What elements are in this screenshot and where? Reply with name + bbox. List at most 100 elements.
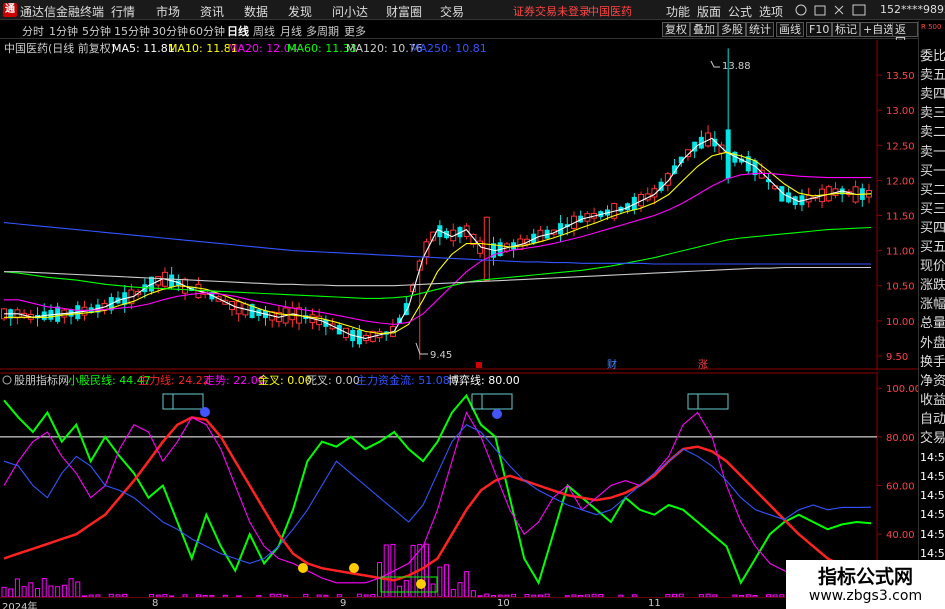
ma-legend-item: MA5: 11.81 <box>112 42 175 55</box>
tab-15min[interactable]: 15分钟 <box>114 23 150 39</box>
indicator-tick-label: 60.00 <box>886 482 915 493</box>
indicator-legend-item: 主力资金流: 51.08 <box>356 373 450 387</box>
mark-button[interactable]: 标记 <box>832 22 860 37</box>
menu-item-discover[interactable]: 发现 <box>288 3 312 20</box>
time-label-year: 2024年 <box>2 602 38 609</box>
menu-item-formula[interactable]: 公式 <box>728 3 752 20</box>
quote-panel-item[interactable]: 14:56 <box>920 448 945 467</box>
price-tick-label: 10.50 <box>886 282 915 293</box>
price-tick-label: 11.50 <box>886 212 915 223</box>
quote-panel-item[interactable]: 外盘 <box>920 334 945 353</box>
main-price-chart[interactable]: 13.50 13.00 12.50 12.00 11.50 11.00 10.50 10.00… <box>0 40 918 370</box>
quote-panel-item[interactable]: 买一 <box>920 162 945 181</box>
period-toolbar: 分时 1分钟 5分钟 15分钟 30分钟 60分钟 日线 周线 月线 多周期 更… <box>0 21 918 49</box>
quote-panel-item[interactable]: 涨跌 <box>920 276 945 295</box>
indicator-name: 股朋指标网 <box>14 373 69 387</box>
signal-face-icon <box>416 579 426 589</box>
price-tick-label: 9.50 <box>886 352 908 363</box>
quote-panel-item[interactable]: 收益 <box>920 391 945 410</box>
price-tick-label: 10.00 <box>886 317 915 328</box>
menu-item-trade[interactable]: 交易 <box>440 3 464 20</box>
stock-name-top: 中国医药 <box>588 5 632 18</box>
quote-panel-item[interactable]: 自动 <box>920 410 945 429</box>
draw-line-button[interactable]: 画线 <box>776 22 804 37</box>
quote-panel-item[interactable]: 卖一 <box>920 143 945 162</box>
tab-more[interactable]: 更多 <box>344 23 366 39</box>
menu-item-layout[interactable]: 版面 <box>697 3 721 20</box>
time-axis: 2024年 8 9 10 11 <box>0 597 918 609</box>
watermark-url: www.zbgs3.com <box>808 588 923 604</box>
time-label-sep: 9 <box>340 598 347 609</box>
back-button[interactable]: 返回 <box>892 22 918 49</box>
quote-panel-item[interactable]: 卖五 <box>920 66 945 85</box>
menu-item-wealth[interactable]: 财富圈 <box>386 3 422 20</box>
quote-panel-item[interactable]: 买五 <box>920 238 945 257</box>
menu-item-options[interactable]: 选项 <box>759 3 783 20</box>
tab-30min[interactable]: 30分钟 <box>152 23 188 39</box>
tab-5min[interactable]: 5分钟 <box>82 23 111 39</box>
dividend-marker-icon[interactable] <box>476 362 482 368</box>
indicator-legend-item: 金叉: 0.00 <box>258 373 312 387</box>
signal-face-icon <box>349 563 359 573</box>
menu-item-data[interactable]: 数据 <box>244 3 268 20</box>
app-title: 通达信金融终端 <box>20 5 105 19</box>
quote-panel-item[interactable]: 涨幅 <box>920 295 945 314</box>
quote-panel-item[interactable]: 交易 <box>920 429 945 448</box>
multi-stock-button[interactable]: 多股 <box>718 22 746 37</box>
quote-panel-item[interactable]: 卖二 <box>920 123 945 142</box>
signal-face-icon <box>200 407 210 417</box>
quote-panel-item[interactable]: 卖四 <box>920 85 945 104</box>
app-logo-icon: 通 <box>3 3 17 17</box>
quote-panel-item[interactable]: 买二 <box>920 181 945 200</box>
quote-panel-item[interactable]: 买四 <box>920 219 945 238</box>
tab-60min[interactable]: 60分钟 <box>189 23 225 39</box>
menu-item-quotes[interactable]: 行情 <box>111 3 135 20</box>
indicator-legend-item: 博弈线: 80.00 <box>448 373 520 387</box>
menu-item-news[interactable]: 资讯 <box>200 3 224 20</box>
statistics-button[interactable]: 统计 <box>746 22 774 37</box>
broker-status[interactable]: 证券交易未登录 <box>513 3 590 19</box>
menu-item-function[interactable]: 功能 <box>666 3 690 20</box>
menu-item-market[interactable]: 市场 <box>156 3 180 20</box>
quote-panel-item[interactable]: 委比 <box>920 47 945 66</box>
stock-label: 中国医药(日线 前复权) <box>4 41 115 55</box>
quote-panel-item[interactable]: 14:56 <box>920 505 945 524</box>
indicator-legend-item: 走势: 22.00 <box>204 374 265 387</box>
indicator-legend-item: 主力线: 24.22 <box>138 373 210 387</box>
user-phone[interactable]: 152****9892 <box>880 3 945 16</box>
tab-weekly[interactable]: 周线 <box>253 23 275 39</box>
adjust-button[interactable]: 复权 <box>662 22 690 37</box>
price-tick-label: 11.00 <box>886 247 915 258</box>
rise-marker[interactable]: 涨 <box>698 359 708 370</box>
overlay-button[interactable]: 叠加 <box>690 22 718 37</box>
signal-face-icon <box>492 409 502 419</box>
quote-panel-item[interactable]: 总量 <box>920 314 945 333</box>
tab-1min[interactable]: 1分钟 <box>49 23 78 39</box>
tab-realtime[interactable]: 分时 <box>22 23 44 39</box>
indicator-legend: 股朋指标网 小股民线: 44.47主力线: 24.22走势: 22.00金叉: … <box>2 373 520 387</box>
quote-panel-item[interactable]: 净资 <box>920 372 945 391</box>
quote-panel-item[interactable]: 14:56 <box>920 486 945 505</box>
time-label-oct: 10 <box>497 598 510 609</box>
quote-panel-item[interactable]: 14:56 <box>920 525 945 544</box>
tab-monthly[interactable]: 月线 <box>280 23 302 39</box>
quote-panel-item[interactable]: 卖三 <box>920 104 945 123</box>
indicator-tick-label: 40.00 <box>886 530 915 541</box>
ma-legend: 中国医药(日线 前复权) MA5: 11.81MA10: 11.81MA20: … <box>4 41 487 55</box>
tab-multi-period[interactable]: 多周期 <box>306 23 339 39</box>
menu-item-ask[interactable]: 问小达 <box>332 3 368 20</box>
quote-panel-item[interactable]: 现价 <box>920 257 945 276</box>
indicator-tick-label: 80.00 <box>886 433 915 444</box>
finance-marker[interactable]: 财 <box>607 358 617 370</box>
price-tick-label: 12.50 <box>886 141 915 152</box>
tab-daily[interactable]: 日线 <box>227 23 249 39</box>
watermark-title: 指标公式网 <box>817 566 913 588</box>
quote-panel-item[interactable]: 14:56 <box>920 467 945 486</box>
high-label: 13.88 <box>722 61 751 72</box>
toolbar-icons <box>795 4 866 16</box>
quote-panel-item[interactable]: 换手 <box>920 353 945 372</box>
price-tick-label: 13.50 <box>886 71 915 82</box>
quote-panel-item[interactable]: 买三 <box>920 200 945 219</box>
f10-button[interactable]: F10 <box>806 22 833 37</box>
indicator-chart[interactable]: 100.0080.0060.0040.0020.00 股朋指标网 小股民线: 4… <box>0 372 918 597</box>
